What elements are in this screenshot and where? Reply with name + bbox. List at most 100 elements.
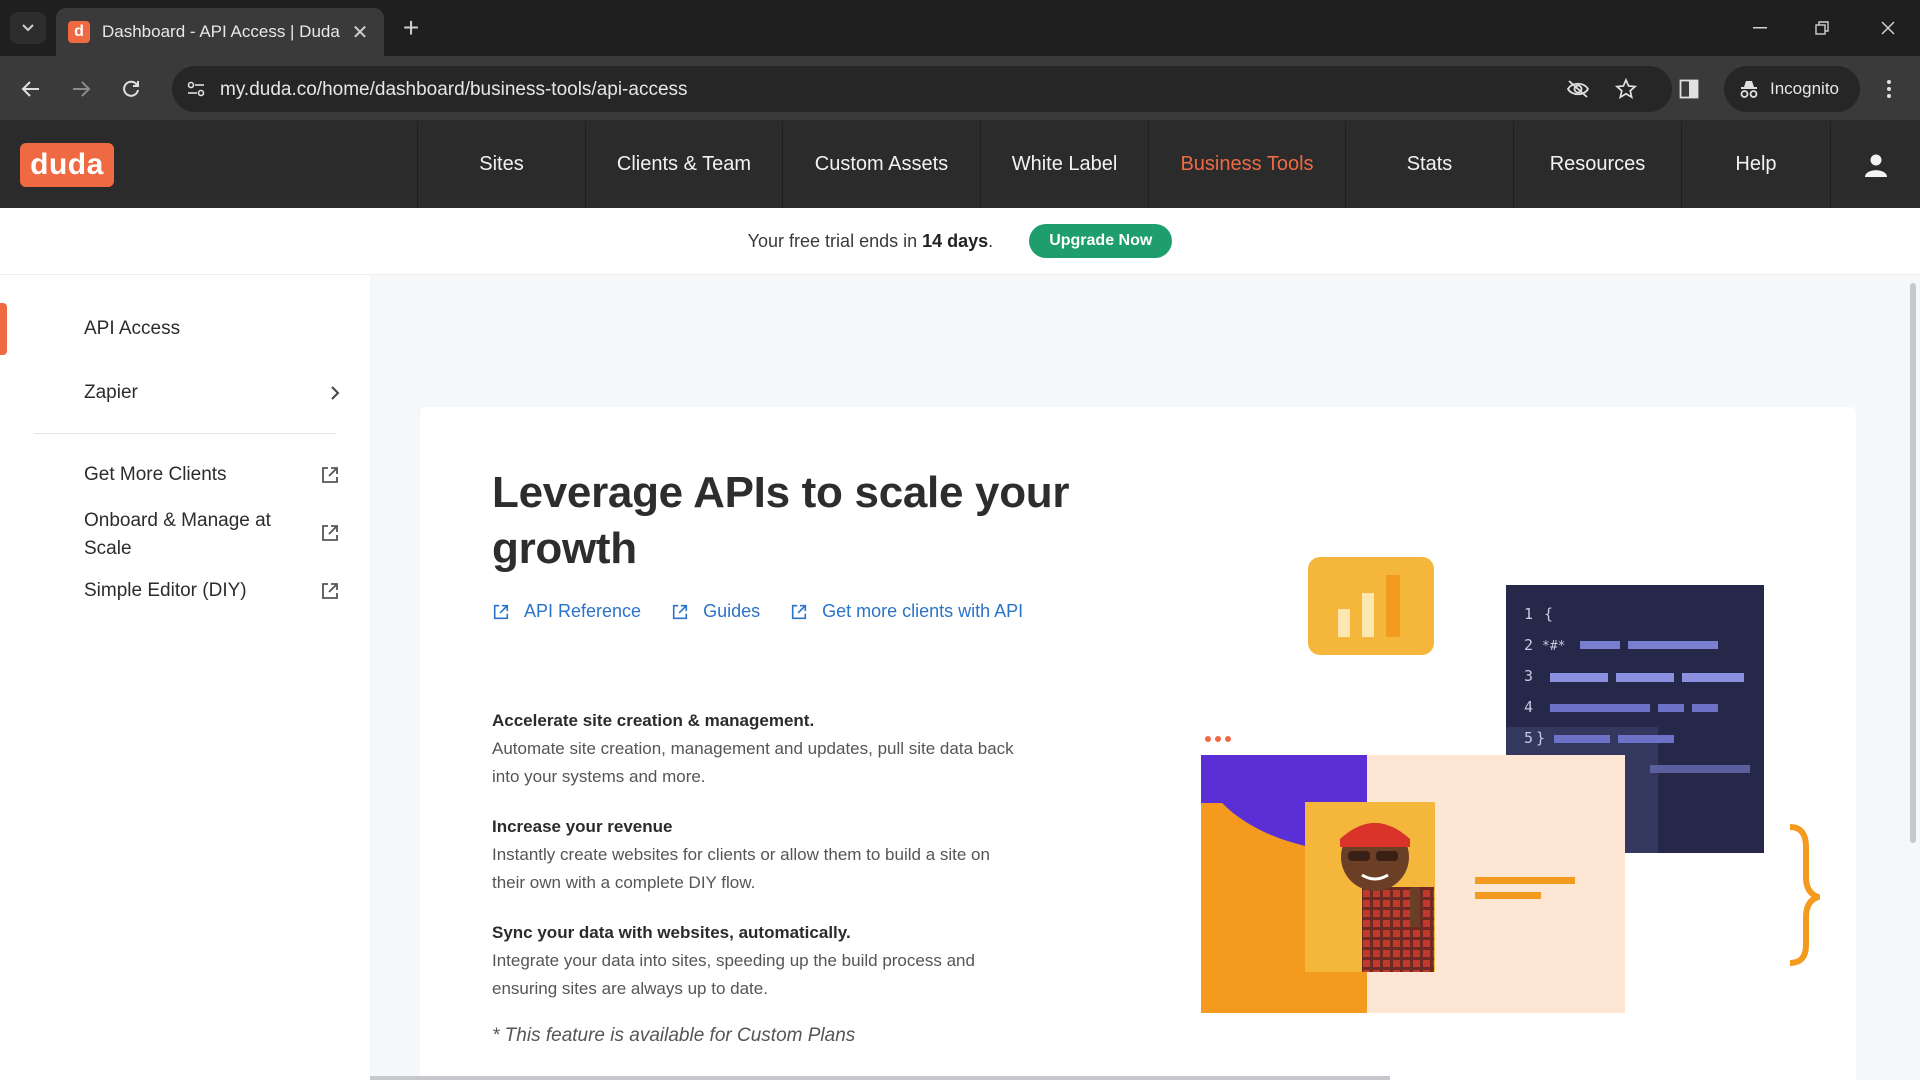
feature-item: Accelerate site creation & management. A… (492, 707, 1022, 791)
api-illustration: 1 { 2 *#* 3 4 5 } (1201, 557, 1820, 1013)
side-panel-button[interactable] (1672, 72, 1706, 106)
profile-photo-card (1201, 755, 1625, 1013)
feature-description: Integrate your data into sites, speeding… (492, 951, 975, 998)
close-window-button[interactable] (1866, 10, 1910, 46)
vertical-scrollbar[interactable] (1910, 283, 1916, 843)
feature-title: Increase your revenue (492, 817, 673, 836)
custom-plans-footnote: * This feature is available for Custom P… (492, 1025, 856, 1046)
upgrade-now-button[interactable]: Upgrade Now (1029, 224, 1173, 258)
code-line-number: 5 (1524, 729, 1533, 747)
sidebar-divider (34, 433, 336, 434)
nav-custom-assets[interactable]: Custom Assets (782, 121, 980, 208)
arrow-right-icon (73, 81, 91, 97)
back-button[interactable] (12, 70, 50, 108)
nav-resources[interactable]: Resources (1513, 121, 1681, 208)
app-header: duda Sites Clients & Team Custom Assets … (0, 121, 1920, 208)
trial-days: 14 days (922, 230, 989, 251)
more-vertical-icon (1887, 80, 1891, 98)
external-link-icon (672, 604, 688, 619)
trial-message: Your free trial ends in 14 days. (747, 230, 994, 251)
code-glyph: *#* (1542, 639, 1565, 654)
close-icon (1881, 21, 1895, 35)
nav-business-tools[interactable]: Business Tools (1148, 121, 1345, 208)
sidebar-item-zapier[interactable]: Zapier (84, 379, 340, 407)
active-indicator (0, 303, 7, 355)
api-access-card: Leverage APIs to scale your growth API R… (420, 407, 1856, 1080)
eye-off-icon[interactable] (1562, 74, 1594, 104)
sidebar-item-label: Onboard & Manage at Scale (84, 510, 271, 559)
trial-banner: Your free trial ends in 14 days. Upgrade… (0, 208, 1920, 275)
reload-icon (123, 80, 139, 97)
feature-item: Sync your data with websites, automatica… (492, 919, 1022, 1003)
top-navigation: Sites Clients & Team Custom Assets White… (417, 121, 1830, 208)
feature-title: Sync your data with websites, automatica… (492, 923, 851, 942)
feature-title: Accelerate site creation & management. (492, 711, 815, 730)
close-tab-icon[interactable]: ✕ (348, 20, 372, 45)
feature-description: Instantly create websites for clients or… (492, 845, 990, 892)
curly-brace-icon (1789, 824, 1820, 966)
external-link-icon (791, 604, 807, 619)
feature-item: Increase your revenue Instantly create w… (492, 813, 1022, 897)
code-close-brace: } (1536, 729, 1545, 747)
nav-clients-team[interactable]: Clients & Team (585, 121, 782, 208)
nav-white-label[interactable]: White Label (980, 121, 1148, 208)
get-more-clients-link[interactable]: Get more clients with API (790, 601, 1023, 622)
sidebar-item-onboard-manage[interactable]: Onboard & Manage at Scale (84, 507, 340, 563)
arrow-left-icon (21, 81, 39, 97)
resource-links: API Reference Guides Get more clients wi… (492, 601, 1053, 622)
tab-search-button[interactable] (10, 12, 46, 44)
forward-button[interactable] (62, 70, 100, 108)
minimize-button[interactable] (1738, 10, 1782, 46)
code-open-brace: { (1544, 605, 1553, 623)
browser-menu-button[interactable] (1872, 72, 1906, 106)
external-link-icon (322, 583, 338, 599)
browser-toolbar: my.duda.co/home/dashboard/business-tools… (0, 56, 1920, 121)
bookmark-star-icon[interactable] (1610, 74, 1642, 104)
feature-list: Accelerate site creation & management. A… (492, 707, 1022, 1047)
user-menu-button[interactable] (1830, 121, 1920, 208)
url-text: my.duda.co/home/dashboard/business-tools… (220, 79, 688, 100)
code-line-number: 1 (1524, 605, 1533, 623)
code-line-number: 2 (1524, 636, 1533, 654)
external-link-icon (322, 525, 338, 541)
address-bar[interactable]: my.duda.co/home/dashboard/business-tools… (172, 66, 1672, 112)
sidebar-item-label: API Access (84, 318, 181, 339)
feature-description: Automate site creation, management and u… (492, 739, 1014, 786)
sidebar-item-label: Zapier (84, 382, 138, 403)
external-link-icon (493, 604, 509, 619)
nav-help[interactable]: Help (1681, 121, 1830, 208)
side-panel-icon (1679, 79, 1699, 99)
code-line-number: 4 (1524, 698, 1533, 716)
incognito-indicator[interactable]: Incognito (1724, 66, 1860, 112)
duda-logo[interactable]: duda (20, 143, 114, 187)
sidebar-item-label: Get More Clients (84, 464, 227, 485)
main-content: Leverage APIs to scale your growth API R… (370, 275, 1920, 1080)
code-line-number: 3 (1524, 667, 1533, 685)
sidebar-item-api-access[interactable]: API Access (84, 315, 340, 343)
browser-tab[interactable]: d Dashboard - API Access | Duda ✕ (56, 8, 384, 56)
sidebar-item-simple-editor[interactable]: Simple Editor (DIY) (84, 577, 340, 605)
bar-chart-icon (1308, 557, 1434, 655)
horizontal-scrollbar[interactable] (370, 1076, 1390, 1080)
browser-tabstrip: d Dashboard - API Access | Duda ✕ + (0, 0, 1920, 56)
api-reference-link[interactable]: API Reference (492, 601, 641, 622)
guides-link[interactable]: Guides (671, 601, 760, 622)
window-dots-icon (1205, 736, 1231, 742)
new-tab-button[interactable]: + (396, 14, 426, 44)
incognito-icon (1740, 81, 1758, 98)
duda-favicon: d (68, 21, 90, 43)
sidebar-item-get-more-clients[interactable]: Get More Clients (84, 461, 340, 489)
user-icon (1864, 154, 1887, 177)
nav-sites[interactable]: Sites (417, 121, 585, 208)
page-title: Leverage APIs to scale your growth (492, 468, 1070, 573)
incognito-label: Incognito (1770, 79, 1839, 98)
restore-button[interactable] (1800, 10, 1844, 46)
tab-title: Dashboard - API Access | Duda (102, 22, 340, 41)
external-link-icon (322, 467, 338, 483)
nav-stats[interactable]: Stats (1345, 121, 1513, 208)
reload-button[interactable] (112, 70, 150, 108)
site-info-icon[interactable] (180, 74, 212, 104)
chevron-down-icon (22, 24, 34, 32)
restore-icon (1815, 21, 1829, 35)
sidebar-item-label: Simple Editor (DIY) (84, 580, 247, 601)
